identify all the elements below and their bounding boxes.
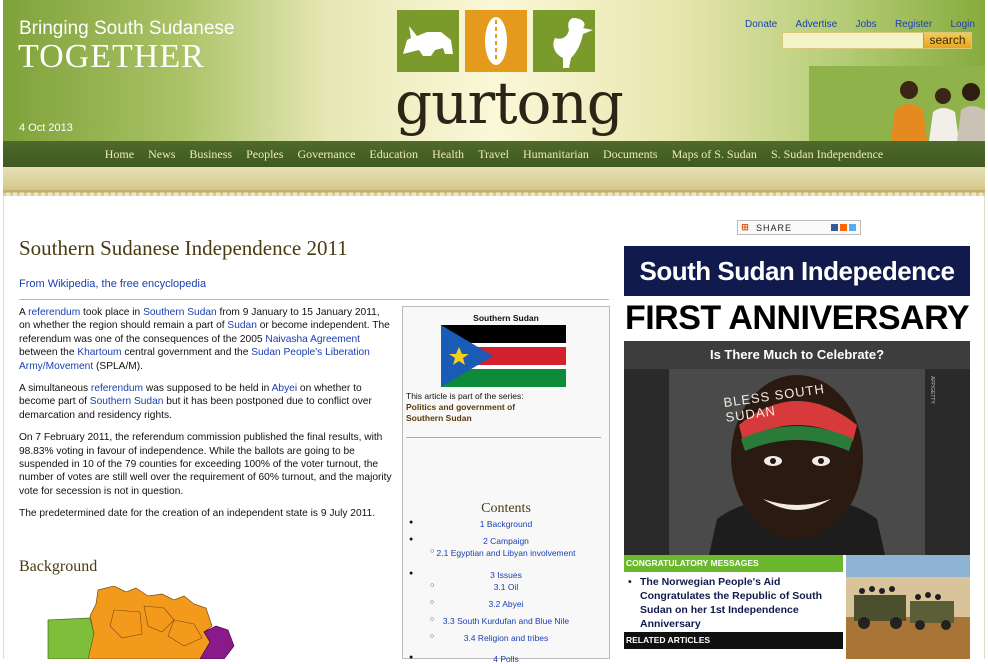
main-content: Southern Sudanese Independence 2011 From…	[3, 196, 985, 664]
nav-governance[interactable]: Governance	[297, 147, 355, 162]
infobox-title: Southern Sudan	[473, 313, 539, 323]
infobox-divider	[406, 437, 601, 438]
nav-travel[interactable]: Travel	[478, 147, 509, 162]
series-intro: This article is part of the series:	[406, 391, 524, 401]
facebook-icon	[831, 224, 838, 231]
tagline-small: Bringing South Sudanese	[19, 18, 235, 39]
congrats-heading: CONGRATULATORY MESSAGES	[624, 555, 843, 572]
share-label: SHARE	[756, 222, 793, 233]
infobox-series: This article is part of the series: Poli…	[406, 391, 524, 424]
site-header: Bringing South Sudanese TOGETHER 4 Oct 2…	[3, 0, 985, 141]
advertise-link[interactable]: Advertise	[796, 19, 838, 30]
toc-link-background[interactable]: 1 Background	[403, 519, 609, 529]
abyei-link[interactable]: Abyei	[272, 383, 297, 394]
referendum-link[interactable]: referendum	[28, 307, 80, 318]
source-line: From Wikipedia, the free encyclopedia	[19, 278, 207, 290]
nav-humanitarian[interactable]: Humanitarian	[523, 147, 589, 162]
article-paragraph-4: The predetermined date for the creation …	[19, 508, 376, 520]
series-name-line2[interactable]: Southern Sudan	[406, 413, 524, 424]
toc-link-religion-tribes[interactable]: 3.4 Religion and tribes	[403, 633, 609, 643]
text-run: A simultaneous	[19, 383, 91, 395]
header-people-photo	[809, 66, 985, 141]
ad-photo-credit: AFP/GETTY	[929, 376, 935, 404]
toc-link-egyptian-libyan[interactable]: 2.1 Egyptian and Libyan involvement	[403, 548, 609, 558]
twitter-icon	[849, 224, 856, 231]
nav-peoples[interactable]: Peoples	[246, 147, 283, 162]
rhino-icon	[397, 10, 459, 72]
nav-documents[interactable]: Documents	[603, 147, 658, 162]
independence-anniversary-ad[interactable]: South Sudan Indepedence FIRST ANNIVERSAR…	[624, 246, 970, 659]
sudan-map	[44, 585, 244, 660]
plus-icon: ⊞	[741, 222, 749, 232]
article-paragraph-3: On 7 February 2011, the referendum commi…	[19, 432, 392, 497]
search-box: search	[782, 32, 972, 49]
ad-banner-title: South Sudan Indepedence	[624, 246, 970, 296]
toc-link-abyei[interactable]: 3.2 Abyei	[403, 599, 609, 609]
khartoum-link[interactable]: Khartoum	[77, 347, 121, 358]
nav-business[interactable]: Business	[189, 147, 232, 162]
nav-independence[interactable]: S. Sudan Independence	[771, 147, 883, 162]
congrats-message-link[interactable]: The Norwegian People's Aid Congratulates…	[624, 572, 843, 630]
register-link[interactable]: Register	[895, 19, 932, 30]
toc-link-polls[interactable]: 4 Polls	[403, 654, 609, 664]
title-divider	[19, 299, 609, 300]
nav-decorative-strip	[3, 167, 985, 196]
toc-link-oil[interactable]: 3.1 Oil	[403, 582, 609, 592]
search-input[interactable]	[783, 33, 923, 48]
text-run: was supposed to be held in	[143, 383, 272, 395]
ad-troops-photo	[846, 555, 970, 659]
main-nav: Home News Business Peoples Governance Ed…	[3, 141, 985, 167]
article-paragraph-1: A referendum took place in Southern Suda…	[19, 306, 393, 373]
shield-icon	[465, 10, 527, 72]
referendum-link-2[interactable]: referendum	[91, 383, 143, 394]
gurtong-logo[interactable]: gurtong	[393, 6, 624, 136]
nav-health[interactable]: Health	[432, 147, 464, 162]
text-run: (SPLA/M).	[93, 360, 143, 372]
infobox: Southern Sudan This article is part of t…	[402, 306, 610, 664]
ad-anniversary-title: FIRST ANNIVERSARY	[624, 299, 970, 337]
article-paragraph-2: A simultaneous referendum was supposed t…	[19, 382, 393, 422]
page-title: Southern Sudanese Independence 2011	[19, 236, 348, 260]
digg-icon	[840, 224, 847, 231]
share-services	[831, 224, 856, 231]
related-articles-heading: RELATED ARTICLES	[624, 632, 843, 649]
sudan-link[interactable]: Sudan	[227, 320, 256, 331]
text-run: A	[19, 307, 29, 318]
naivasha-agreement-link[interactable]: Naivasha Agreement	[265, 334, 360, 345]
toc-link-issues[interactable]: 3 Issues	[403, 570, 609, 580]
contents-title: Contents	[481, 501, 531, 516]
text-run: between the	[19, 347, 78, 359]
jobs-link[interactable]: Jobs	[856, 19, 877, 30]
southern-sudan-link-2[interactable]: Southern Sudan	[90, 396, 164, 407]
search-button[interactable]: search	[923, 33, 971, 48]
toc-link-kurdufan-blue-nile[interactable]: 3.3 South Kurdufan and Blue Nile	[403, 616, 609, 626]
top-links: Donate Advertise Jobs Register Login	[745, 19, 975, 30]
tagline-big: TOGETHER	[18, 38, 205, 75]
nav-home[interactable]: Home	[105, 147, 134, 162]
text-run: took place in	[80, 307, 144, 318]
series-name-line1[interactable]: Politics and government of	[406, 402, 524, 413]
header-date: 4 Oct 2013	[19, 122, 73, 134]
share-button[interactable]: ⊞ SHARE	[737, 220, 861, 235]
nav-education[interactable]: Education	[369, 147, 418, 162]
ad-question: Is There Much to Celebrate?	[624, 341, 970, 369]
article-body: A referendum took place in Southern Suda…	[19, 306, 393, 530]
text-run: central government and the	[121, 347, 252, 359]
background-heading: Background	[19, 558, 98, 575]
south-sudan-flag	[441, 325, 566, 387]
nav-news[interactable]: News	[148, 147, 175, 162]
donate-link[interactable]: Donate	[745, 19, 777, 30]
nav-maps[interactable]: Maps of S. Sudan	[672, 147, 757, 162]
shoebill-bird-icon	[533, 10, 595, 72]
login-link[interactable]: Login	[951, 19, 975, 30]
logo-wordmark: gurtong	[395, 69, 624, 137]
toc-link-campaign[interactable]: 2 Campaign	[403, 536, 609, 546]
southern-sudan-link[interactable]: Southern Sudan	[143, 307, 217, 318]
